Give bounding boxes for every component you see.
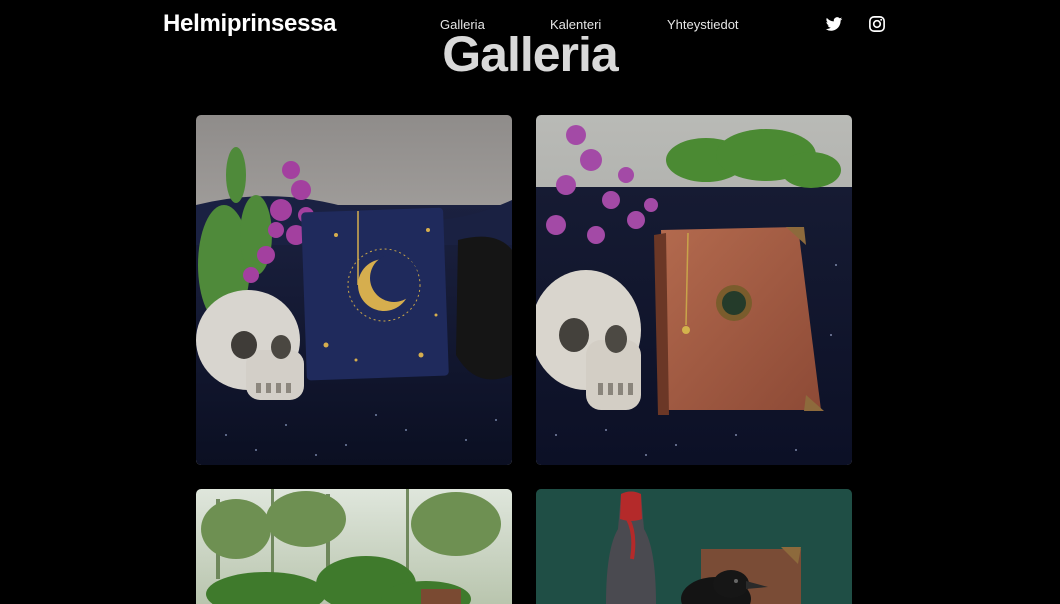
nav-link-galleria[interactable]: Galleria (440, 17, 485, 32)
nav-link-yhteystiedot[interactable]: Yhteystiedot (667, 17, 739, 32)
gallery-image-skull-leather-book[interactable] (536, 115, 852, 465)
instagram-icon[interactable] (868, 15, 886, 33)
site-brand[interactable]: Helmiprinsessa (163, 10, 337, 38)
gallery-image-book-in-garden[interactable] (196, 489, 512, 604)
gallery-image-bottle-and-raven[interactable] (536, 489, 852, 604)
twitter-icon[interactable] (825, 15, 843, 33)
gallery-image-skull-moon-notebook[interactable] (196, 115, 512, 465)
top-navigation: Helmiprinsessa Galleria Kalenteri Yhteys… (0, 0, 1060, 50)
nav-link-kalenteri[interactable]: Kalenteri (550, 17, 601, 32)
